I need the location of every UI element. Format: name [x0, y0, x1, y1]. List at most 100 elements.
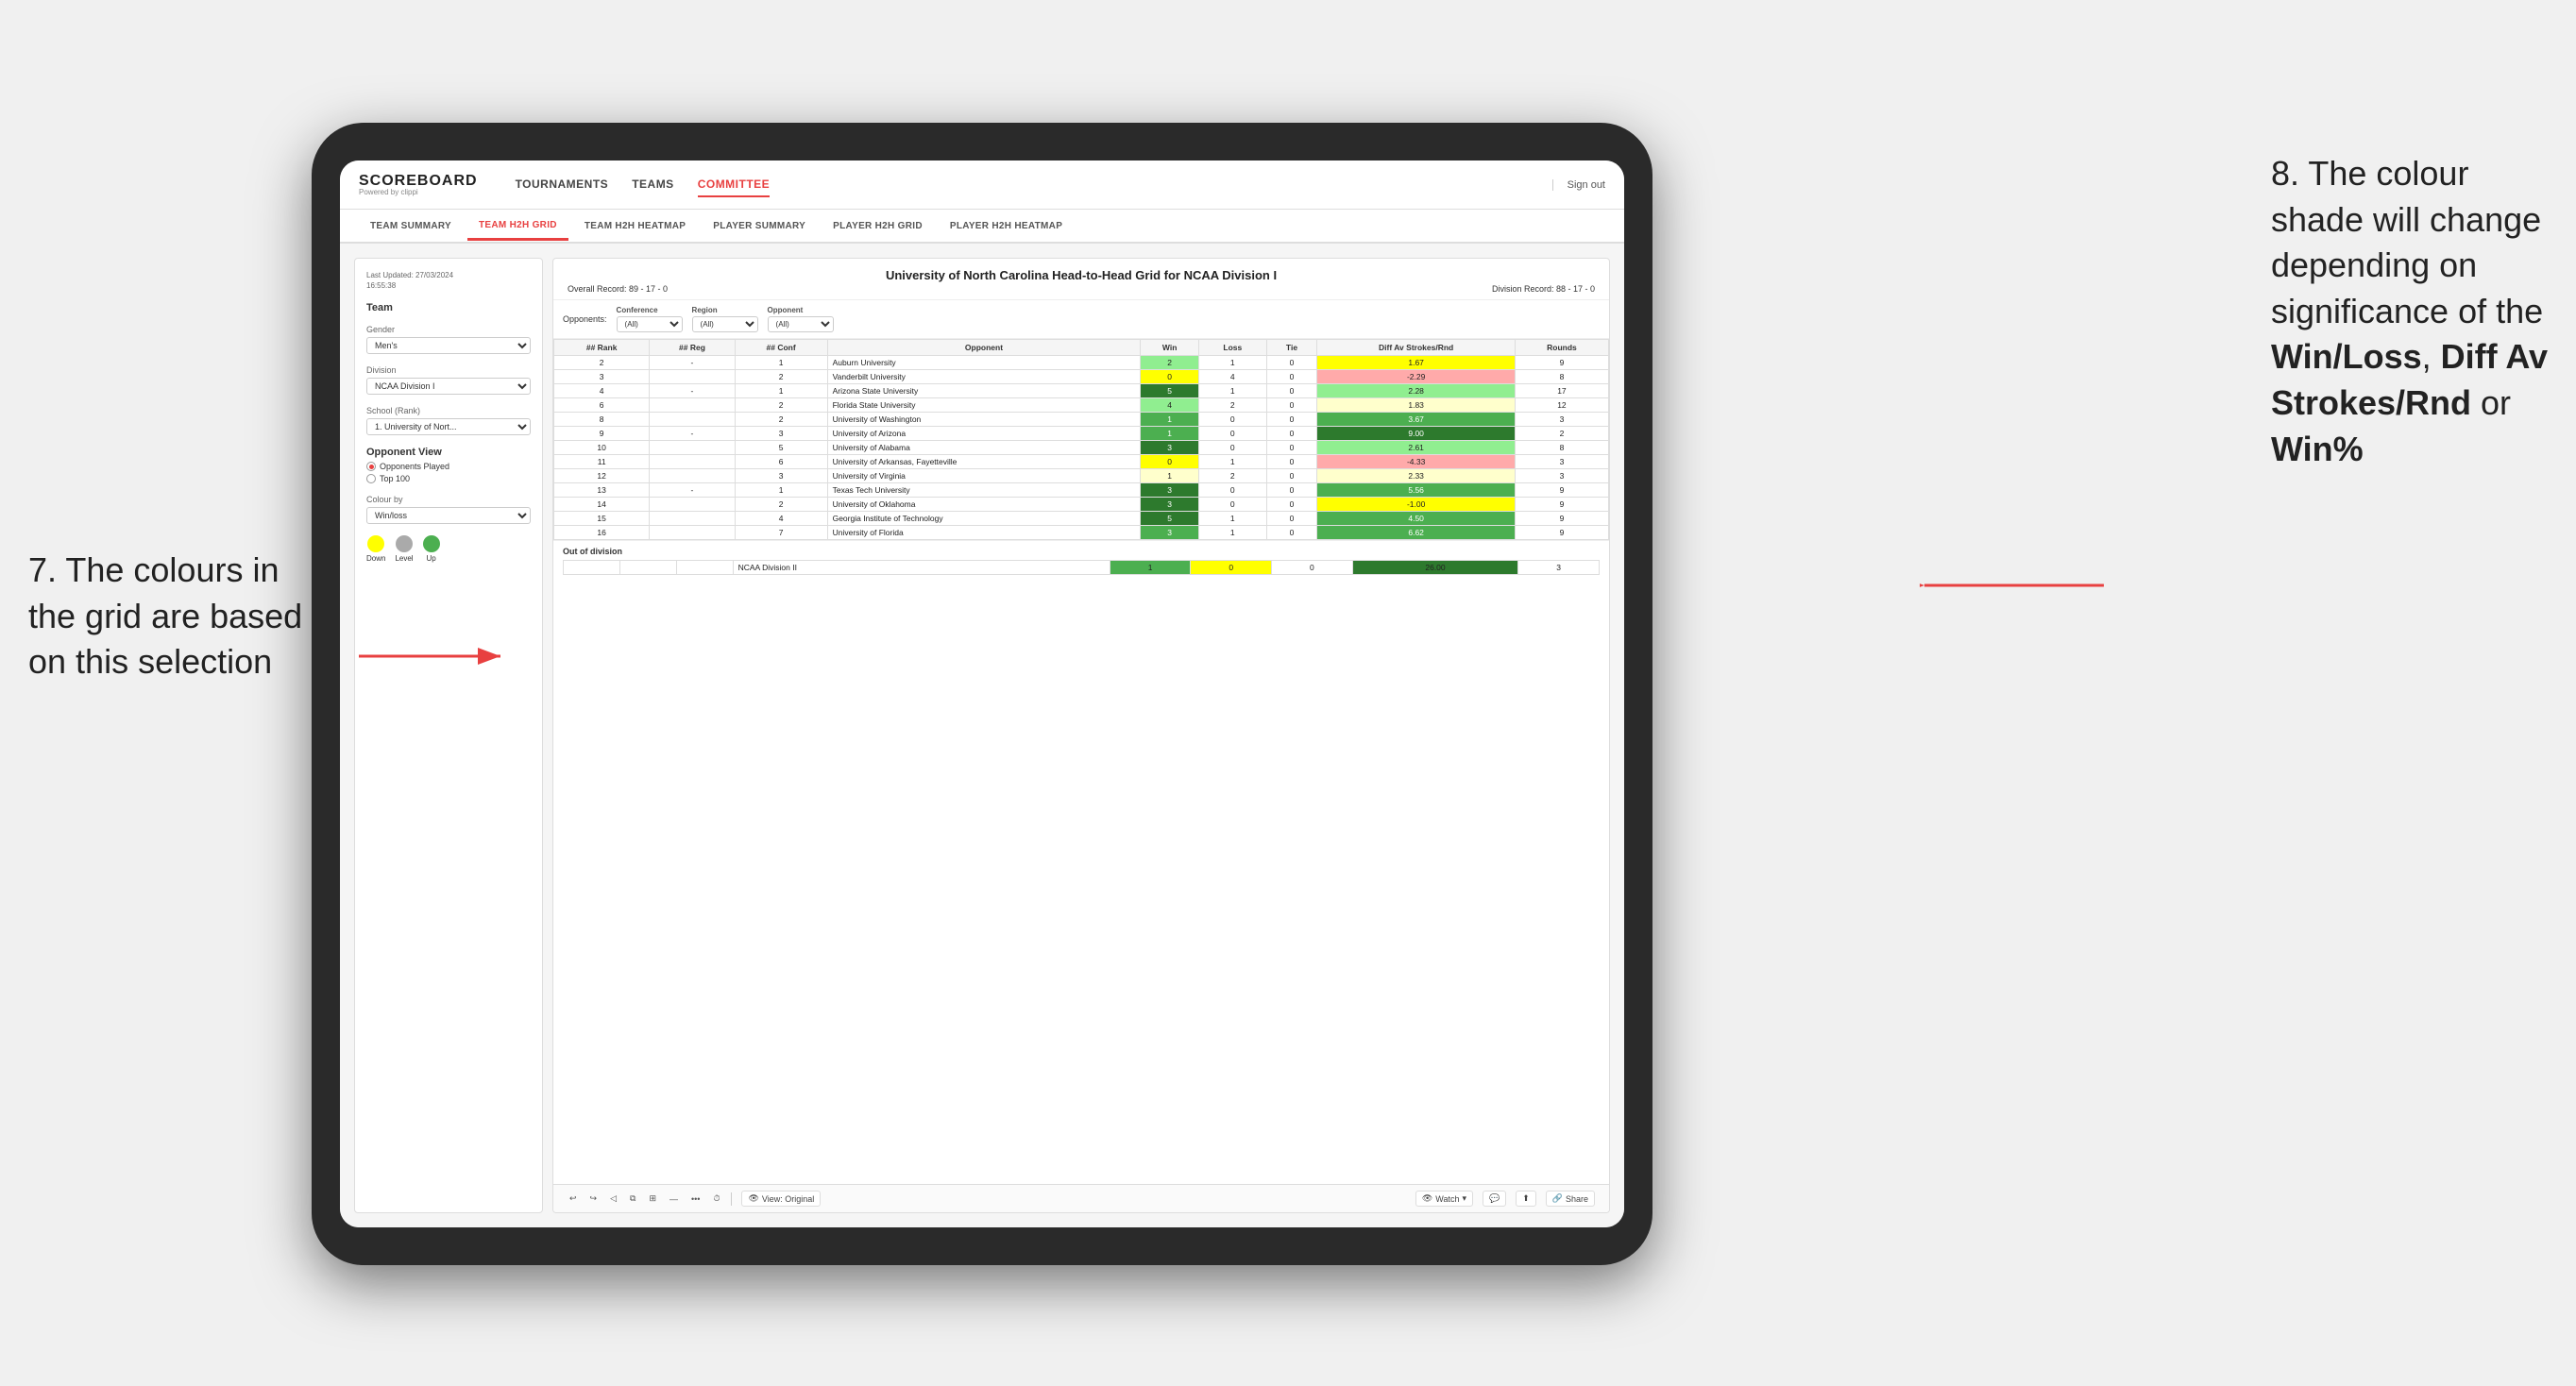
- table-row: 9 - 3 University of Arizona 1 0 0 9.00 2: [554, 427, 1609, 441]
- opponent-filter-select[interactable]: (All): [768, 316, 834, 332]
- share-button[interactable]: 🔗 Share: [1546, 1191, 1595, 1207]
- watch-chevron: ▾: [1462, 1193, 1466, 1204]
- cell-rounds: 3: [1515, 469, 1608, 483]
- export-button[interactable]: ⬆: [1516, 1191, 1536, 1207]
- arrow-right: [1920, 557, 2109, 614]
- division-select[interactable]: NCAA Division I: [366, 378, 531, 395]
- undo-icon[interactable]: ↩: [568, 1192, 579, 1206]
- cell-rank: 15: [554, 512, 650, 526]
- cell-conf: 1: [735, 483, 827, 498]
- conference-filter-select[interactable]: (All): [617, 316, 683, 332]
- annotation-right: 8. The colourshade will changedepending …: [2271, 151, 2548, 472]
- grid-panel: University of North Carolina Head-to-Hea…: [552, 258, 1610, 1213]
- annotation-left: 7. The colours inthe grid are basedon th…: [28, 548, 302, 685]
- table-row: 13 - 1 Texas Tech University 3 0 0 5.56 …: [554, 483, 1609, 498]
- grid-icon[interactable]: ⊞: [647, 1192, 658, 1206]
- cell-conf: 4: [735, 512, 827, 526]
- cell-loss: 1: [1198, 356, 1266, 370]
- cell-tie: 0: [1266, 370, 1317, 384]
- out-division-name: NCAA Division II: [733, 561, 1110, 575]
- tab-team-h2h-heatmap[interactable]: TEAM H2H HEATMAP: [573, 213, 697, 239]
- table-row: 3 2 Vanderbilt University 0 4 0 -2.29 8: [554, 370, 1609, 384]
- cell-rank: 9: [554, 427, 650, 441]
- table-row: 11 6 University of Arkansas, Fayettevill…: [554, 455, 1609, 469]
- gender-label: Gender: [366, 325, 531, 334]
- colour-by-select[interactable]: Win/loss: [366, 507, 531, 524]
- clock-icon[interactable]: ⏱: [711, 1192, 721, 1206]
- cell-win: 3: [1141, 483, 1199, 498]
- cell-conf: 1: [735, 356, 827, 370]
- tab-team-h2h-grid[interactable]: TEAM H2H GRID: [467, 212, 568, 241]
- school-label: School (Rank): [366, 406, 531, 415]
- cell-opponent: University of Washington: [827, 413, 1141, 427]
- cell-conf: 7: [735, 526, 827, 540]
- dots-icon[interactable]: •••: [689, 1192, 702, 1206]
- out-rounds: 3: [1518, 561, 1600, 575]
- cell-tie: 0: [1266, 498, 1317, 512]
- cell-rank: 16: [554, 526, 650, 540]
- cell-opponent: Florida State University: [827, 398, 1141, 413]
- cell-rank: 6: [554, 398, 650, 413]
- table-row: 10 5 University of Alabama 3 0 0 2.61 8: [554, 441, 1609, 455]
- table-header-row: ## Rank ## Reg ## Conf Opponent Win Loss…: [554, 340, 1609, 356]
- gender-select[interactable]: Men's: [366, 337, 531, 354]
- cell-diff: 1.67: [1317, 356, 1516, 370]
- tab-player-summary[interactable]: PLAYER SUMMARY: [702, 213, 817, 239]
- watch-button[interactable]: 👁 Watch ▾: [1415, 1191, 1473, 1207]
- cell-diff: 9.00: [1317, 427, 1516, 441]
- radio-top100[interactable]: Top 100: [366, 474, 531, 483]
- legend-row: Down Level Up: [366, 535, 531, 563]
- cell-opponent: University of Alabama: [827, 441, 1141, 455]
- radio-opponents-played[interactable]: Opponents Played: [366, 462, 531, 471]
- tab-player-h2h-grid[interactable]: PLAYER H2H GRID: [822, 213, 934, 239]
- legend-level-dot: [396, 535, 413, 552]
- legend-down-label: Down: [366, 554, 385, 563]
- region-filter: Region (All): [692, 306, 758, 332]
- cell-loss: 1: [1198, 455, 1266, 469]
- cell-tie: 0: [1266, 441, 1317, 455]
- school-select[interactable]: 1. University of Nort...: [366, 418, 531, 435]
- tab-player-h2h-heatmap[interactable]: PLAYER H2H HEATMAP: [939, 213, 1074, 239]
- nav-committee[interactable]: COMMITTEE: [698, 173, 771, 197]
- sign-out-button[interactable]: Sign out: [1552, 179, 1605, 191]
- table-scroll[interactable]: ## Rank ## Reg ## Conf Opponent Win Loss…: [553, 339, 1609, 1184]
- tablet-frame: SCOREBOARD Powered by clippi TOURNAMENTS…: [312, 123, 1652, 1265]
- tab-team-summary[interactable]: TEAM SUMMARY: [359, 213, 463, 239]
- cell-conf: 5: [735, 441, 827, 455]
- tablet-screen: SCOREBOARD Powered by clippi TOURNAMENTS…: [340, 161, 1624, 1227]
- nav-items: TOURNAMENTS TEAMS COMMITTEE: [516, 173, 1524, 197]
- cell-loss: 4: [1198, 370, 1266, 384]
- cell-rounds: 9: [1515, 512, 1608, 526]
- legend-up-dot: [423, 535, 440, 552]
- division-label: Division: [366, 365, 531, 375]
- cell-opponent: Texas Tech University: [827, 483, 1141, 498]
- out-conf: [676, 561, 733, 575]
- share-icon: 🔗: [1552, 1193, 1563, 1204]
- cell-diff: -2.29: [1317, 370, 1516, 384]
- table-row: 16 7 University of Florida 3 1 0 6.62 9: [554, 526, 1609, 540]
- nav-tournaments[interactable]: TOURNAMENTS: [516, 173, 609, 197]
- back-icon[interactable]: ◁: [608, 1192, 619, 1206]
- cell-rank: 2: [554, 356, 650, 370]
- cell-win: 5: [1141, 384, 1199, 398]
- legend-down-dot: [367, 535, 384, 552]
- cell-loss: 1: [1198, 526, 1266, 540]
- comment-button[interactable]: 💬: [1483, 1191, 1506, 1207]
- cell-rank: 8: [554, 413, 650, 427]
- cell-rounds: 9: [1515, 498, 1608, 512]
- copy-icon[interactable]: ⧉: [628, 1192, 637, 1206]
- dash-icon[interactable]: —: [668, 1192, 680, 1206]
- nav-teams[interactable]: TEAMS: [632, 173, 674, 197]
- cell-conf: 6: [735, 455, 827, 469]
- cell-reg: -: [650, 384, 735, 398]
- region-filter-select[interactable]: (All): [692, 316, 758, 332]
- redo-icon[interactable]: ↪: [588, 1192, 600, 1206]
- cell-win: 1: [1141, 427, 1199, 441]
- opponent-filter-label: Opponent: [768, 306, 834, 314]
- cell-loss: 0: [1198, 483, 1266, 498]
- cell-tie: 0: [1266, 427, 1317, 441]
- view-original-button[interactable]: 👁 View: Original: [741, 1191, 821, 1207]
- region-filter-label: Region: [692, 306, 758, 314]
- cell-win: 5: [1141, 512, 1199, 526]
- cell-rounds: 9: [1515, 356, 1608, 370]
